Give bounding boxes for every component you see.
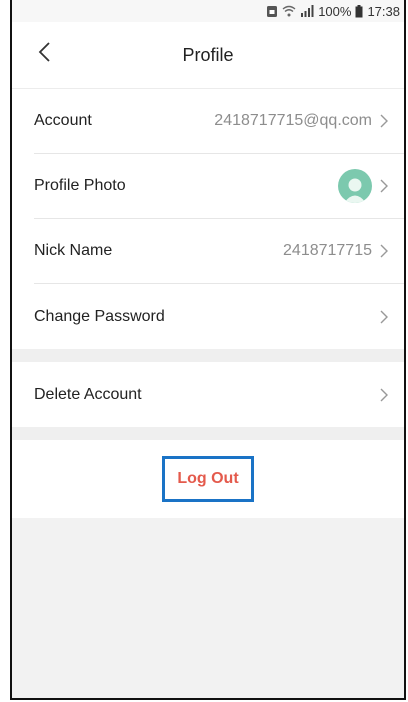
profile-photo-row[interactable]: Profile Photo <box>34 154 404 219</box>
signal-icon <box>300 5 314 17</box>
delete-account-group: Delete Account <box>12 362 404 427</box>
back-button[interactable] <box>30 40 58 68</box>
chevron-right-icon <box>380 388 388 402</box>
chevron-right-icon <box>380 244 388 258</box>
profile-settings-group: Account 2418717715@qq.com Profile Photo … <box>12 89 404 349</box>
row-label: Nick Name <box>34 242 113 259</box>
status-bar: 100% 17:38 <box>12 0 404 22</box>
logout-section: Log Out <box>12 440 404 518</box>
nick-name-row[interactable]: Nick Name 2418717715 <box>34 219 404 284</box>
delete-account-row[interactable]: Delete Account <box>34 362 404 427</box>
nick-name-value: 2418717715 <box>283 242 372 259</box>
empty-area <box>12 518 404 698</box>
change-password-row[interactable]: Change Password <box>34 284 404 349</box>
row-label: Change Password <box>34 307 165 325</box>
page-title: Profile <box>182 44 234 65</box>
battery-percent: 100% <box>318 3 352 19</box>
section-divider <box>12 427 404 440</box>
phone-screen: 100% 17:38 Profile Account 2418717715@qq… <box>10 0 406 700</box>
chevron-right-icon <box>380 179 388 193</box>
account-value: 2418717715@qq.com <box>214 112 372 129</box>
chevron-right-icon <box>380 310 388 324</box>
logout-button[interactable]: Log Out <box>162 456 254 502</box>
wifi-icon <box>282 5 296 17</box>
battery-icon <box>355 4 363 18</box>
section-divider <box>12 349 404 362</box>
sim-icon <box>266 5 278 18</box>
row-label: Delete Account <box>34 385 142 403</box>
row-label: Profile Photo <box>34 177 126 194</box>
app-header: Profile <box>12 22 404 89</box>
clock: 17:38 <box>367 3 400 19</box>
chevron-left-icon <box>37 41 51 68</box>
account-row[interactable]: Account 2418717715@qq.com <box>34 89 404 154</box>
chevron-right-icon <box>380 114 388 128</box>
row-label: Account <box>34 112 92 129</box>
avatar <box>338 169 372 203</box>
